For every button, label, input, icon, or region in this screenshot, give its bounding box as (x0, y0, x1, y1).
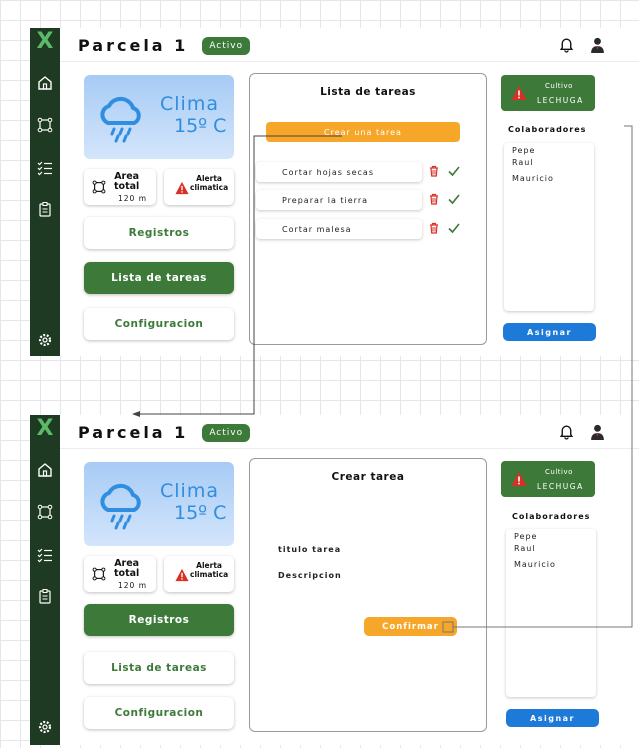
crop-label: Cultivo (545, 468, 573, 476)
task-item[interactable]: Cortar hojas secas (256, 162, 422, 182)
settings-icon[interactable] (36, 718, 54, 736)
clipboard-icon[interactable] (36, 200, 54, 218)
create-task-panel: Crear tarea titulo tarea Descripcion Con… (249, 458, 487, 732)
confirm-button[interactable]: Confirmar (364, 617, 457, 636)
app-logo: X (36, 29, 54, 54)
nodes-icon[interactable] (36, 503, 54, 521)
cloud-rain-icon (100, 96, 141, 143)
crop-name: LECHUGA (537, 482, 584, 491)
cloud-rain-icon (100, 483, 141, 530)
alert-label: Alerta climatica (190, 174, 229, 192)
task-actions (428, 193, 460, 205)
collaborator-item[interactable]: Raul (512, 158, 534, 167)
checklist-icon[interactable] (36, 159, 54, 177)
page-title: Parcela 1 (78, 423, 189, 442)
warning-icon (511, 472, 527, 486)
task-actions (428, 222, 460, 234)
header-divider (60, 61, 639, 62)
configuracion-button[interactable]: Configuracion (84, 697, 234, 729)
crop-name: LECHUGA (537, 96, 584, 105)
registros-button[interactable]: Registros (84, 217, 234, 249)
task-item[interactable]: Preparar la tierra (256, 190, 422, 210)
warning-icon (175, 181, 189, 195)
task-item[interactable]: Cortar malesa (256, 219, 422, 239)
check-icon[interactable] (448, 193, 460, 205)
lista-tareas-button[interactable]: Lista de tareas (84, 262, 234, 294)
weather-card: Clima 15º C (84, 462, 234, 546)
nodes-icon[interactable] (36, 116, 54, 134)
header-actions (558, 36, 606, 57)
header-divider (60, 448, 639, 449)
collaborators-title: Colaboradores (508, 125, 587, 134)
area-icon (92, 567, 106, 581)
collaborator-item[interactable]: Raul (514, 544, 536, 553)
collaborator-item[interactable]: Pepe (514, 532, 537, 541)
header: Parcela 1 Activo (78, 423, 251, 442)
warning-icon (511, 86, 527, 100)
area-label: Area total (114, 171, 140, 192)
create-task-button[interactable]: Crear una tarea (266, 122, 460, 142)
area-value: 120 m (118, 581, 148, 590)
crop-card: Cultivo LECHUGA (501, 75, 595, 111)
task-description-field[interactable]: Descripcion (278, 571, 342, 580)
assign-button[interactable]: Asignar (503, 323, 596, 341)
settings-icon[interactable] (36, 331, 54, 349)
crop-label: Cultivo (545, 82, 573, 90)
status-badge: Activo (202, 36, 251, 55)
warning-icon (175, 568, 189, 582)
weather-label: Clima (160, 93, 219, 115)
home-icon[interactable] (36, 461, 54, 479)
area-label: Area total (114, 558, 140, 579)
home-icon[interactable] (36, 74, 54, 92)
trash-icon[interactable] (428, 222, 440, 234)
clipboard-icon[interactable] (36, 587, 54, 605)
sidebar: X (30, 415, 60, 745)
collaborator-item[interactable]: Mauricio (512, 174, 554, 183)
panel-title: Crear tarea (331, 471, 405, 483)
avatar[interactable] (589, 36, 606, 57)
screen-task-list: X Parcela 1 Activo Clima 15º C Area tota… (30, 28, 639, 356)
lista-tareas-button[interactable]: Lista de tareas (84, 652, 234, 684)
collaborators-title: Colaboradores (512, 512, 591, 521)
crop-card: Cultivo LECHUGA (501, 461, 595, 497)
check-icon[interactable] (448, 222, 460, 234)
checklist-icon[interactable] (36, 546, 54, 564)
task-title-field[interactable]: titulo tarea (278, 545, 341, 554)
trash-icon[interactable] (428, 193, 440, 205)
page-title: Parcela 1 (78, 36, 189, 55)
area-value: 120 m (118, 194, 148, 203)
task-list-panel: Lista de tareas Crear una tarea Cortar h… (249, 73, 487, 345)
alert-label: Alerta climatica (190, 561, 229, 579)
header-actions (558, 423, 606, 444)
area-card: Area total 120 m (84, 556, 156, 592)
avatar[interactable] (589, 423, 606, 444)
weather-temperature: 15º C (174, 115, 227, 137)
header: Parcela 1 Activo (78, 36, 251, 55)
configuracion-button[interactable]: Configuracion (84, 308, 234, 340)
sidebar: X (30, 28, 60, 356)
collaborators-list: Pepe Raul Mauricio (504, 143, 594, 311)
weather-card: Clima 15º C (84, 75, 234, 159)
area-icon (92, 180, 106, 194)
trash-icon[interactable] (428, 165, 440, 177)
alert-card[interactable]: Alerta climatica (164, 556, 234, 592)
task-actions (428, 165, 460, 177)
registros-button[interactable]: Registros (84, 604, 234, 636)
app-logo: X (36, 416, 54, 441)
assign-button[interactable]: Asignar (506, 709, 599, 727)
collaborator-item[interactable]: Mauricio (514, 560, 556, 569)
weather-label: Clima (160, 480, 219, 502)
weather-temperature: 15º C (174, 502, 227, 524)
alert-card[interactable]: Alerta climatica (164, 169, 234, 205)
panel-title: Lista de tareas (320, 86, 416, 98)
bell-icon[interactable] (558, 36, 575, 57)
collaborator-item[interactable]: Pepe (512, 146, 535, 155)
area-card: Area total 120 m (84, 169, 156, 205)
screen-create-task: X Parcela 1 Activo Clima 15º C Area tota… (30, 415, 639, 745)
check-icon[interactable] (448, 165, 460, 177)
bell-icon[interactable] (558, 423, 575, 444)
status-badge: Activo (202, 423, 251, 442)
collaborators-list: Pepe Raul Mauricio (506, 529, 596, 697)
